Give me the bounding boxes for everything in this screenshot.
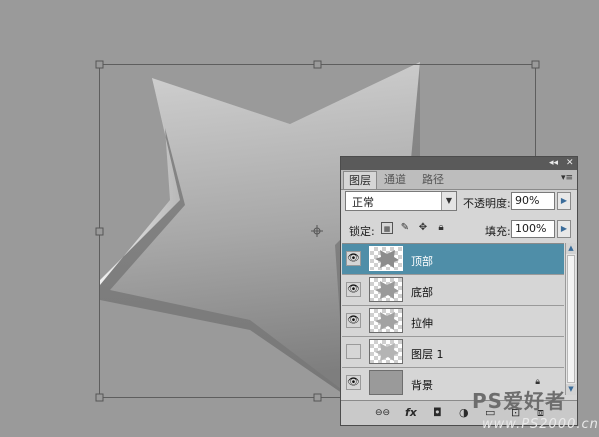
fill-label: 填充: bbox=[485, 225, 511, 238]
visibility-eye-icon[interactable]: 👁︎ bbox=[346, 251, 361, 266]
layer-thumbnail bbox=[369, 246, 403, 271]
layer-thumbnail bbox=[369, 277, 403, 302]
watermark-logo: PS爱好者 www.PS2000.cn bbox=[466, 385, 599, 437]
layer-style-fx-icon[interactable]: fx bbox=[405, 406, 417, 420]
layer-thumbnail bbox=[369, 308, 403, 333]
watermark-title: PS爱好者 bbox=[472, 389, 567, 413]
lock-transparent-pixels-icon[interactable]: ▦ bbox=[381, 222, 393, 234]
scroll-thumb[interactable] bbox=[567, 255, 575, 383]
lock-all-icon[interactable]: 🔒︎ bbox=[435, 222, 447, 234]
layer-name[interactable]: 顶部 bbox=[411, 253, 433, 269]
blend-mode-select[interactable]: 正常 ▼ bbox=[345, 191, 457, 211]
lock-label: 锁定: bbox=[349, 225, 375, 238]
close-panel-icon[interactable]: ✕ bbox=[566, 157, 574, 170]
layer-row-layer-1[interactable]: 图层 1 bbox=[342, 337, 564, 368]
handle-bottom-center bbox=[313, 393, 322, 402]
lock-image-pixels-brush-icon[interactable]: ✎ bbox=[399, 222, 411, 234]
layers-list: 👁︎ 顶部 👁︎ 底部 👁︎ 拉伸 图层 1 👁︎ 背景 🔒︎ bbox=[342, 243, 564, 396]
layer-row-extrude[interactable]: 👁︎ 拉伸 bbox=[342, 306, 564, 337]
opacity-label: 不透明度: bbox=[463, 197, 511, 210]
add-mask-icon[interactable]: ◘ bbox=[433, 406, 442, 420]
layers-scrollbar[interactable]: ▲ ▼ bbox=[565, 243, 576, 395]
opacity-slider-arrow-icon[interactable]: ▶ bbox=[557, 192, 571, 210]
layer-thumbnail bbox=[369, 370, 403, 395]
blend-mode-value: 正常 bbox=[352, 196, 374, 209]
visibility-eye-icon[interactable]: 👁︎ bbox=[346, 282, 361, 297]
watermark-url: www.PS2000.cn bbox=[482, 417, 599, 432]
fill-input[interactable]: 100% bbox=[511, 220, 555, 238]
layer-name[interactable]: 图层 1 bbox=[411, 346, 444, 362]
tab-channels[interactable]: 通道 bbox=[379, 171, 411, 189]
layer-row-bottom[interactable]: 👁︎ 底部 bbox=[342, 275, 564, 306]
visibility-eye-icon[interactable]: 👁︎ bbox=[346, 375, 361, 390]
layer-name[interactable]: 背景 bbox=[411, 377, 433, 393]
handle-top-center bbox=[313, 60, 322, 69]
scroll-up-icon[interactable]: ▲ bbox=[566, 243, 576, 254]
panel-title-bar[interactable]: ◂◂ ✕ bbox=[341, 157, 577, 170]
layer-thumbnail bbox=[369, 339, 403, 364]
panel-menu-icon[interactable]: ▾≡ bbox=[561, 173, 573, 183]
tab-layers[interactable]: 图层 bbox=[343, 171, 377, 189]
handle-top-left bbox=[95, 60, 104, 69]
handle-bottom-left bbox=[95, 393, 104, 402]
handle-middle-left bbox=[95, 227, 104, 236]
layer-row-top[interactable]: 👁︎ 顶部 bbox=[342, 244, 564, 275]
chevron-down-icon[interactable]: ▼ bbox=[441, 192, 456, 210]
visibility-toggle-empty[interactable] bbox=[346, 344, 361, 359]
fill-slider-arrow-icon[interactable]: ▶ bbox=[557, 220, 571, 238]
opacity-input[interactable]: 90% bbox=[511, 192, 555, 210]
layer-name[interactable]: 底部 bbox=[411, 284, 433, 300]
handle-top-right bbox=[531, 60, 540, 69]
panel-tabs: 图层 通道 路径 ▾≡ bbox=[341, 170, 577, 190]
collapse-panel-icon[interactable]: ◂◂ bbox=[549, 157, 558, 170]
layer-name[interactable]: 拉伸 bbox=[411, 315, 433, 331]
tab-paths[interactable]: 路径 bbox=[417, 171, 449, 189]
lock-position-move-icon[interactable]: ✥ bbox=[417, 222, 429, 234]
visibility-eye-icon[interactable]: 👁︎ bbox=[346, 313, 361, 328]
link-layers-icon[interactable]: ⊖⊖ bbox=[375, 406, 390, 420]
